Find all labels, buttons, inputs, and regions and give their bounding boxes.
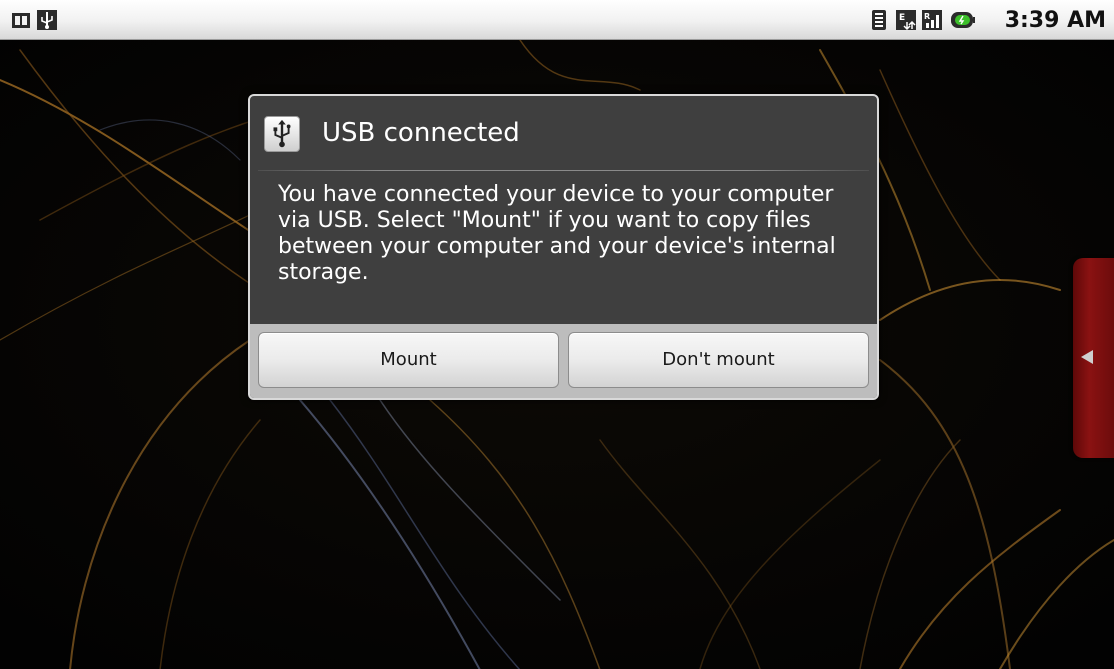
mount-button[interactable]: Mount: [258, 332, 559, 388]
usb-icon: [264, 116, 300, 152]
svg-text:R: R: [924, 12, 930, 21]
battery-icon: [951, 12, 975, 28]
dont-mount-button[interactable]: Don't mount: [568, 332, 869, 388]
launcher-side-handle[interactable]: [1073, 258, 1114, 458]
triangle-left-icon: [1081, 350, 1093, 364]
dialog-title: USB connected: [322, 118, 520, 148]
dialog-message: You have connected your device to your c…: [278, 182, 836, 285]
usb-connected-dialog: USB connected You have connected your de…: [248, 94, 879, 400]
dialog-header: USB connected: [250, 96, 877, 170]
status-clock: 3:39 AM: [1004, 8, 1106, 33]
dialog-divider: [258, 170, 869, 171]
usb-icon: [37, 10, 57, 30]
wifi-signal-icon: [872, 10, 886, 30]
svg-text:E: E: [899, 13, 905, 23]
android-home-screen: E R 3:39 AM USB connected You have conne…: [0, 0, 1114, 669]
sd-card-icon: [12, 13, 30, 28]
cell-signal-icon: R: [922, 10, 942, 30]
status-bar: E R 3:39 AM: [0, 0, 1114, 40]
data-transfer-icon: E: [896, 10, 916, 31]
dialog-button-bar: Mount Don't mount: [250, 324, 877, 398]
